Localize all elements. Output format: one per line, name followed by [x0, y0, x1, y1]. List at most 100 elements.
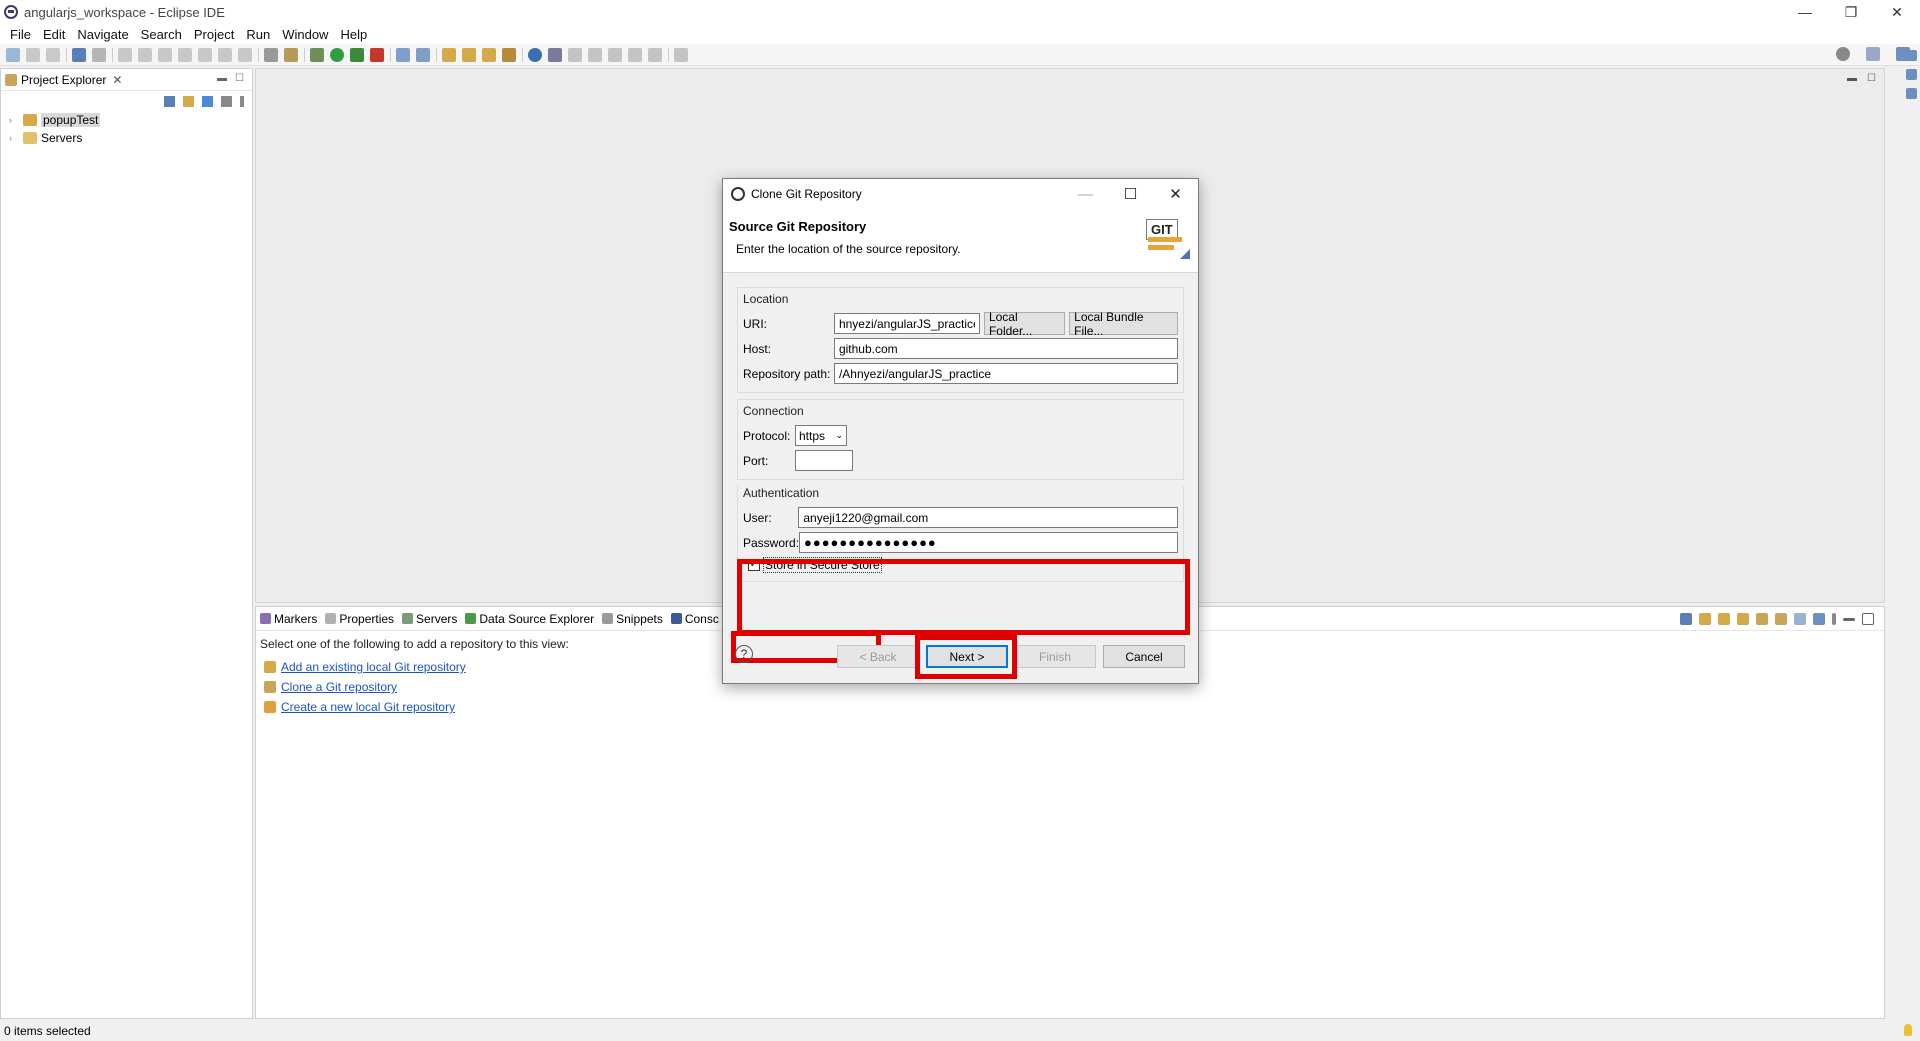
minimize-button[interactable]: — — [1782, 0, 1828, 24]
collapse-all-icon[interactable] — [164, 95, 175, 107]
debug-icon[interactable] — [310, 47, 324, 62]
protocol-select[interactable]: https ⌄ — [795, 425, 847, 446]
next-annotation-icon[interactable] — [568, 47, 582, 62]
restore-view-icon[interactable] — [1905, 50, 1917, 61]
add-existing-repo-link[interactable]: Add an existing local Git repository — [281, 660, 466, 674]
outline-icon[interactable] — [1905, 69, 1917, 80]
open-task-icon[interactable] — [462, 47, 476, 62]
filter-icon[interactable] — [202, 95, 213, 107]
search-icon[interactable] — [1836, 47, 1850, 61]
help-icon[interactable]: ? — [735, 645, 753, 663]
link-with-selection-icon[interactable] — [1756, 613, 1768, 625]
create-repo-link[interactable]: Create a new local Git repository — [281, 700, 455, 714]
chevron-right-icon[interactable]: › — [9, 115, 19, 125]
minimize-view-icon[interactable]: ▬ — [217, 73, 227, 84]
local-folder-button[interactable]: Local Folder... — [983, 310, 1066, 338]
host-input[interactable] — [833, 338, 1178, 359]
annotation-icon[interactable] — [548, 47, 562, 62]
menu-project[interactable]: Project — [188, 27, 240, 42]
external-tools-icon[interactable] — [370, 47, 384, 62]
finish-button[interactable]: Finish — [1014, 645, 1096, 668]
run-icon[interactable] — [330, 47, 344, 62]
focus-icon[interactable] — [221, 95, 232, 107]
close-window-button[interactable]: ✕ — [1874, 0, 1920, 24]
minimize-view-icon[interactable] — [1843, 618, 1855, 621]
toggle-icon[interactable] — [264, 47, 278, 62]
terminal-icon[interactable] — [72, 47, 86, 62]
new-server-icon[interactable] — [396, 47, 410, 62]
menu-file[interactable]: File — [4, 27, 37, 42]
tree-item-servers[interactable]: › Servers — [1, 129, 252, 147]
tab-properties[interactable]: Properties — [325, 612, 394, 626]
menu-run[interactable]: Run — [240, 27, 276, 42]
cancel-button[interactable]: Cancel — [1103, 645, 1185, 668]
password-input[interactable] — [799, 532, 1178, 553]
maximize-editor-icon[interactable]: ☐ — [1867, 73, 1876, 84]
uri-input[interactable] — [833, 313, 980, 334]
user-input[interactable] — [798, 507, 1178, 528]
suspend-icon[interactable] — [138, 47, 152, 62]
tab-data-source-explorer[interactable]: Data Source Explorer — [465, 612, 594, 626]
build-icon[interactable] — [284, 47, 298, 62]
open-perspective-icon[interactable] — [1866, 47, 1880, 61]
clone-repo-link[interactable]: Clone a Git repository — [281, 680, 397, 694]
close-dialog-button[interactable]: ✕ — [1153, 179, 1198, 209]
open-folder-icon[interactable] — [482, 47, 496, 62]
minimize-dialog-button[interactable]: — — [1063, 179, 1108, 209]
step-into-icon[interactable] — [198, 47, 212, 62]
project-explorer-tab[interactable]: Project Explorer ✕ — [1, 69, 252, 91]
port-input[interactable] — [795, 450, 853, 471]
task-list-icon[interactable] — [1905, 88, 1917, 99]
maximize-dialog-button[interactable]: ☐ — [1108, 179, 1153, 209]
local-bundle-file-button[interactable]: Local Bundle File... — [1069, 310, 1178, 338]
forward-icon[interactable] — [648, 47, 662, 62]
tip-lightbulb-icon[interactable] — [1904, 1024, 1912, 1036]
resume-icon[interactable] — [118, 47, 132, 62]
create-repository-icon[interactable] — [1737, 613, 1749, 625]
tab-console[interactable]: Consc — [670, 612, 719, 626]
tab-snippets[interactable]: Snippets — [602, 612, 663, 626]
chevron-right-icon[interactable]: › — [9, 133, 19, 143]
restore-button[interactable]: ❐ — [1828, 0, 1874, 24]
menu-edit[interactable]: Edit — [37, 27, 71, 42]
step-over-icon[interactable] — [218, 47, 232, 62]
menu-help[interactable]: Help — [334, 27, 373, 42]
tab-servers[interactable]: Servers — [402, 612, 457, 626]
skip-breakpoints-icon[interactable] — [92, 47, 106, 62]
clone-repository-icon[interactable] — [1718, 613, 1730, 625]
search-tool-icon[interactable] — [502, 47, 516, 62]
maximize-view-icon[interactable]: ☐ — [235, 73, 244, 84]
globe-icon[interactable] — [528, 47, 542, 62]
step-return-icon[interactable] — [238, 47, 252, 62]
disconnect-icon[interactable] — [178, 47, 192, 62]
link-with-editor-icon[interactable] — [183, 95, 194, 107]
view-menu-icon[interactable] — [1832, 613, 1836, 625]
open-type-icon[interactable] — [442, 47, 456, 62]
save-icon[interactable] — [26, 47, 40, 62]
back-icon[interactable] — [628, 47, 642, 62]
terminate-icon[interactable] — [158, 47, 172, 62]
maximize-view-icon[interactable] — [1862, 613, 1874, 625]
pin-editor-icon[interactable] — [674, 47, 688, 62]
new-class-icon[interactable] — [416, 47, 430, 62]
layout-icon[interactable] — [1794, 613, 1806, 625]
add-repository-icon[interactable] — [1699, 613, 1711, 625]
save-all-icon[interactable] — [46, 47, 60, 62]
close-icon[interactable]: ✕ — [112, 73, 122, 87]
menu-window[interactable]: Window — [276, 27, 334, 42]
menu-navigate[interactable]: Navigate — [71, 27, 134, 42]
tree-item-popuptest[interactable]: › popupTest — [1, 111, 252, 129]
new-icon[interactable] — [6, 47, 20, 62]
tab-markers[interactable]: Markers — [260, 612, 317, 626]
repo-path-input[interactable] — [833, 363, 1178, 384]
menu-search[interactable]: Search — [135, 27, 188, 42]
last-edit-icon[interactable] — [608, 47, 622, 62]
previous-annotation-icon[interactable] — [588, 47, 602, 62]
refresh-icon[interactable] — [1775, 613, 1787, 625]
filter-icon[interactable] — [1813, 613, 1825, 625]
minimize-editor-icon[interactable]: ▬ — [1847, 73, 1857, 84]
coverage-icon[interactable] — [350, 47, 364, 62]
back-button[interactable]: < Back — [837, 645, 919, 668]
view-menu-icon[interactable] — [240, 95, 244, 107]
collapse-all-icon[interactable] — [1680, 613, 1692, 625]
